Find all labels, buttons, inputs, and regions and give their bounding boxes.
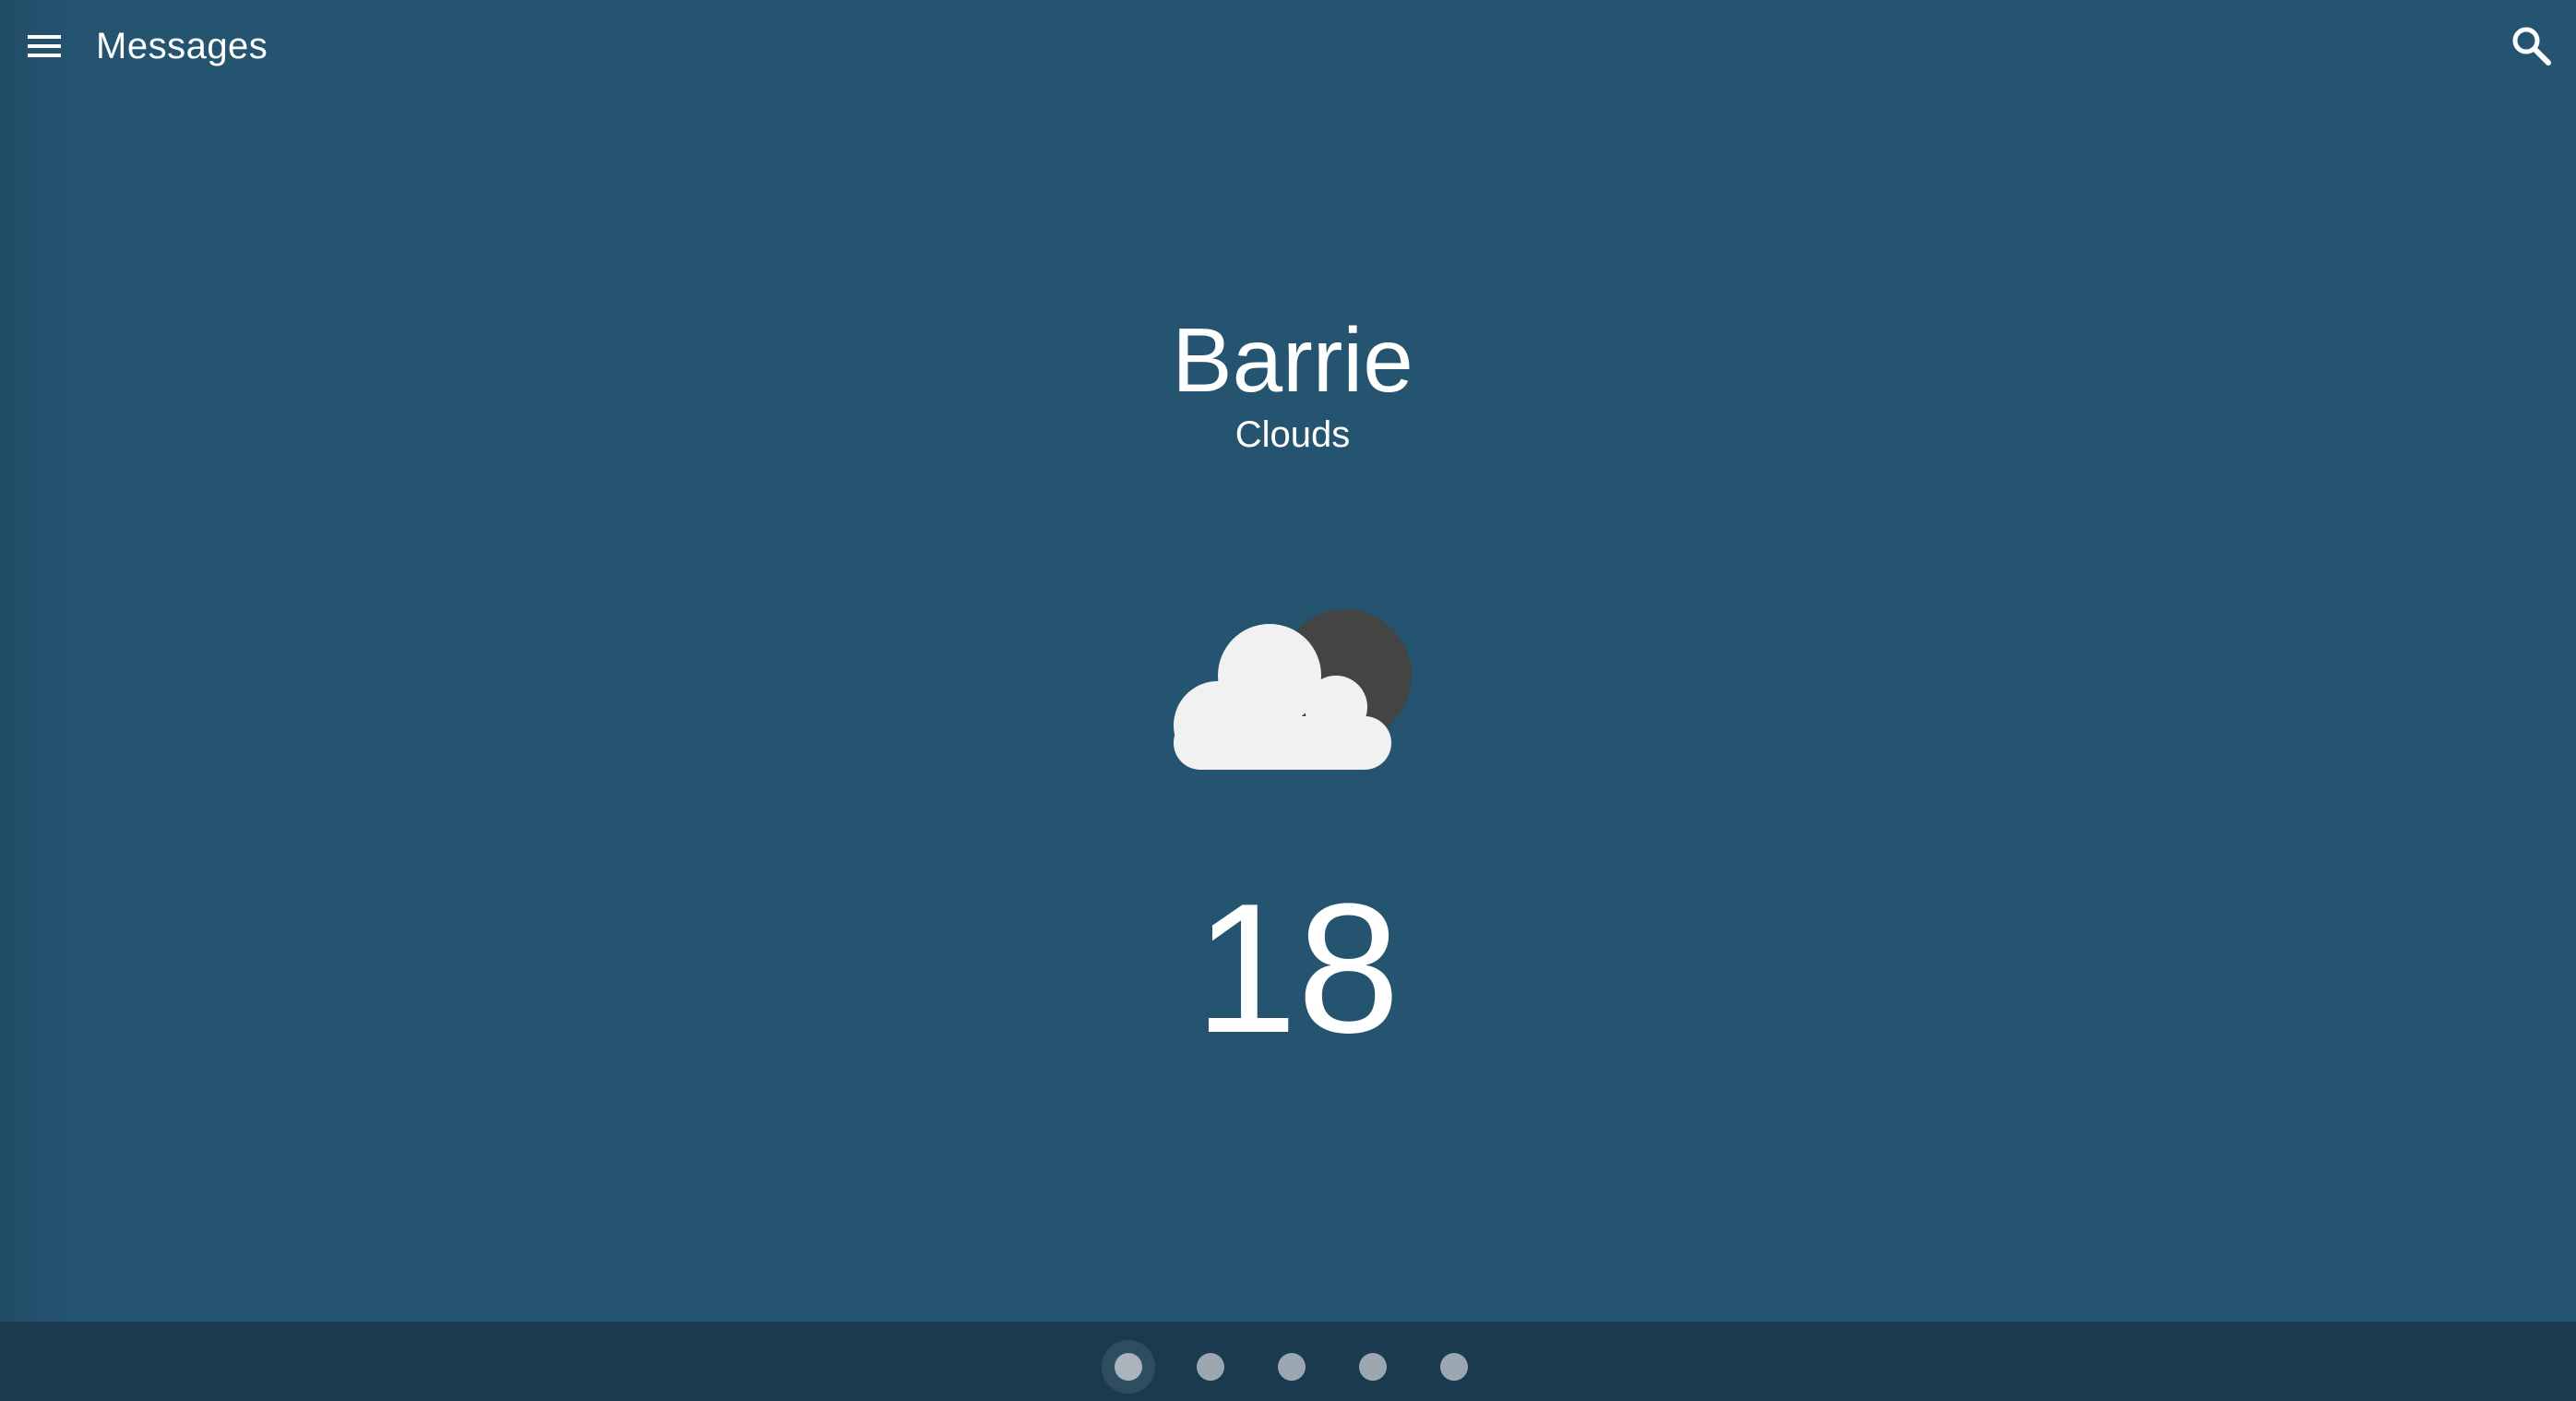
search-icon bbox=[2512, 27, 2551, 66]
menu-button[interactable] bbox=[26, 24, 78, 68]
app-title: Messages bbox=[96, 26, 268, 66]
cloud-moon-icon bbox=[1174, 609, 1412, 770]
city-name: Barrie bbox=[1172, 309, 1413, 411]
page-dot-3[interactable] bbox=[1278, 1353, 1306, 1381]
search-button[interactable] bbox=[2508, 22, 2556, 70]
menu-icon bbox=[28, 35, 61, 57]
page-indicator bbox=[1102, 1340, 1489, 1394]
page-dot-4[interactable] bbox=[1359, 1353, 1387, 1381]
weather-condition: Clouds bbox=[1234, 414, 1351, 455]
weather-app: Messages Barrie Clouds 18 bbox=[0, 0, 2576, 1401]
page-dot-1[interactable] bbox=[1115, 1353, 1142, 1381]
page-dot-5[interactable] bbox=[1440, 1353, 1468, 1381]
page-dot-2[interactable] bbox=[1197, 1353, 1224, 1381]
top-app-bar: Messages bbox=[0, 0, 2576, 92]
weather-summary: Barrie Clouds bbox=[1011, 305, 1574, 458]
temperature-value: 18 bbox=[1194, 866, 1401, 1072]
left-edge-shadow bbox=[0, 0, 74, 1322]
